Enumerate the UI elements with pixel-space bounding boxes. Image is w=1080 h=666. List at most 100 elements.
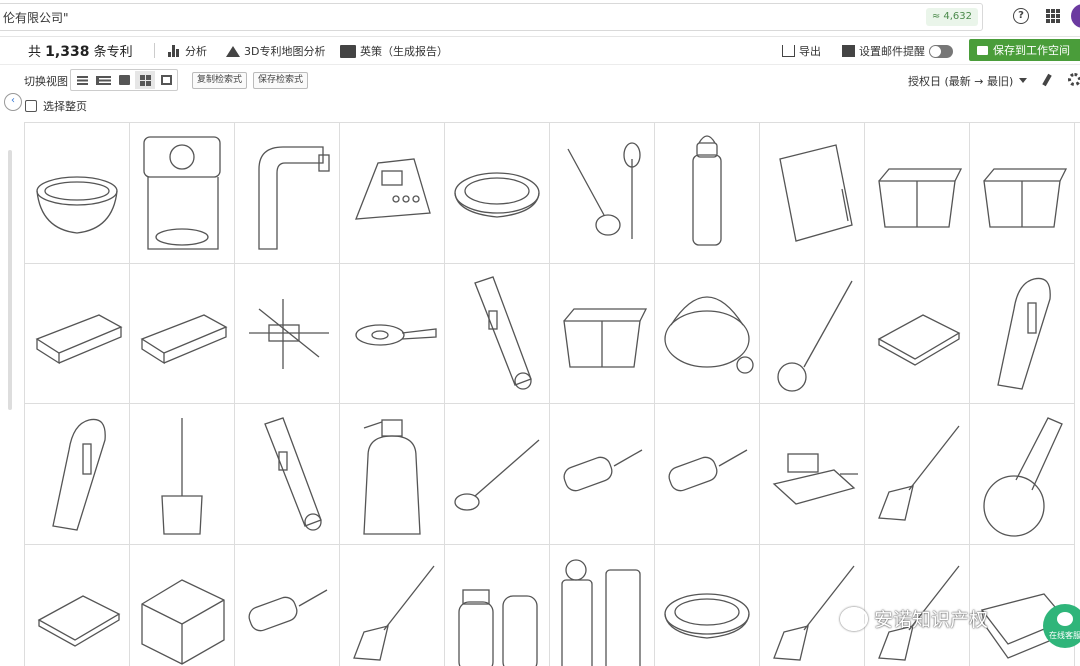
patent-drawing-drawer-organizer: [134, 269, 230, 397]
copy-query-button[interactable]: 复制检索式: [192, 72, 247, 89]
patent-thumbnail[interactable]: [970, 123, 1075, 264]
map3d-button[interactable]: 3D专利地图分析: [226, 43, 325, 59]
patent-drawing-ladle: [449, 410, 545, 538]
wechat-icon: [840, 607, 868, 631]
folder-icon: [977, 46, 988, 55]
sort-select[interactable]: 授权日 (最新 → 最旧): [908, 73, 1013, 89]
list-view-icon[interactable]: [72, 71, 92, 89]
patent-thumbnail[interactable]: [445, 123, 550, 264]
scrollbar[interactable]: [8, 150, 12, 410]
patent-drawing-dish-rack: [764, 410, 860, 538]
patent-drawing-peeler-tool: [449, 269, 545, 397]
grid-view-icon[interactable]: [135, 71, 155, 89]
patent-thumbnail[interactable]: [655, 264, 760, 405]
save-to-workspace-button[interactable]: 保存到工作空间: [969, 39, 1080, 61]
results-toolbar: 共 1,338 条专利 分析 3D专利地图分析 英策（生成报告） 导出 设置邮件…: [0, 37, 1080, 65]
analysis-button[interactable]: 分析: [168, 43, 207, 59]
patent-thumbnail[interactable]: [130, 264, 235, 405]
avatar[interactable]: [1071, 4, 1080, 28]
top-bar: 伦有限公司" ≈ 4,632 ?: [0, 0, 1080, 37]
insight-report-button[interactable]: 英策（生成报告）: [340, 43, 448, 59]
sidebar-collapse-button[interactable]: ‹: [4, 93, 22, 111]
patent-thumbnail[interactable]: [25, 123, 130, 264]
image-view-icon[interactable]: [114, 71, 134, 89]
select-page[interactable]: 选择整页: [25, 98, 87, 114]
patent-thumbnail[interactable]: [235, 545, 340, 666]
patent-thumbnail[interactable]: [760, 123, 865, 264]
patent-drawing-storage-bin: [974, 129, 1070, 257]
gear-icon[interactable]: [1068, 73, 1080, 86]
patent-drawing-kitchen-scale: [764, 129, 860, 257]
patent-drawing-round-dish: [449, 129, 545, 257]
detail-view-icon[interactable]: [93, 71, 113, 89]
patent-drawing-coffee-maker: [134, 129, 230, 257]
patent-drawing-spatula: [869, 410, 965, 538]
patent-drawing-soap-tray: [869, 269, 965, 397]
patent-drawing-pepper-grinder: [554, 550, 650, 666]
email-alert-button[interactable]: 设置邮件提醒: [842, 43, 953, 59]
patent-thumbnail[interactable]: [340, 404, 445, 545]
export-icon: [782, 45, 795, 57]
patent-thumbnail[interactable]: [655, 404, 760, 545]
patent-grid: [24, 122, 1080, 666]
patent-thumbnail[interactable]: [235, 123, 340, 264]
chevron-down-icon[interactable]: [1019, 78, 1027, 83]
patent-thumbnail[interactable]: [760, 404, 865, 545]
patent-drawing-toilet-brush: [134, 410, 230, 538]
patent-thumbnail[interactable]: [445, 404, 550, 545]
patent-drawing-kitchen-scale-keypad: [344, 129, 440, 257]
patent-drawing-peeler: [29, 410, 125, 538]
view-toolbar: 切换视图 复制检索式 保存检索式 授权日 (最新 → 最旧): [0, 66, 1080, 94]
patent-thumbnail[interactable]: [25, 545, 130, 666]
patent-thumbnail[interactable]: [760, 264, 865, 405]
bar-chart-icon: [168, 45, 181, 57]
view-switch-label: 切换视图: [24, 73, 68, 89]
patent-drawing-pan-lid: [344, 269, 440, 397]
patent-thumbnail[interactable]: [235, 264, 340, 405]
patent-thumbnail[interactable]: [550, 264, 655, 405]
patent-thumbnail[interactable]: [970, 404, 1075, 545]
patent-drawing-peeler-tool: [239, 410, 335, 538]
patent-drawing-peeler: [974, 269, 1070, 397]
help-icon[interactable]: ?: [1013, 8, 1029, 24]
compare-view-icon[interactable]: [156, 71, 176, 89]
patent-drawing-drawer-organizer: [29, 269, 125, 397]
patent-drawing-soap-dispenser: [344, 410, 440, 538]
patent-thumbnail[interactable]: [655, 123, 760, 264]
patent-thumbnail[interactable]: [130, 123, 235, 264]
patent-thumbnail[interactable]: [340, 264, 445, 405]
patent-thumbnail[interactable]: [445, 264, 550, 405]
patent-thumbnail[interactable]: [655, 545, 760, 666]
patent-thumbnail[interactable]: [340, 123, 445, 264]
patent-thumbnail[interactable]: [130, 404, 235, 545]
patent-drawing-whisk: [764, 269, 860, 397]
total-count: 共 1,338 条专利: [28, 41, 133, 60]
patent-thumbnail[interactable]: [970, 264, 1075, 405]
patent-drawing-salt-shaker: [449, 550, 545, 666]
online-support-button[interactable]: 在线客服: [1043, 604, 1080, 648]
pen-icon[interactable]: [1042, 74, 1051, 86]
patent-drawing-hair-brush: [554, 410, 650, 538]
email-alert-toggle[interactable]: [929, 45, 953, 58]
export-button[interactable]: 导出: [782, 43, 821, 59]
patent-thumbnail[interactable]: [235, 404, 340, 545]
search-input[interactable]: 伦有限公司" ≈ 4,632: [0, 3, 983, 31]
patent-thumbnail[interactable]: [865, 123, 970, 264]
patent-thumbnail[interactable]: [25, 404, 130, 545]
patent-drawing-spatula: [344, 550, 440, 666]
select-page-checkbox[interactable]: [25, 100, 37, 112]
watermark: 安诺知识产权: [840, 605, 988, 632]
patent-thumbnail[interactable]: [865, 404, 970, 545]
patent-thumbnail[interactable]: [25, 264, 130, 405]
patent-thumbnail[interactable]: [550, 545, 655, 666]
save-query-button[interactable]: 保存检索式: [253, 72, 308, 89]
patent-drawing-salad-spinner: [659, 269, 755, 397]
patent-thumbnail[interactable]: [445, 545, 550, 666]
patent-thumbnail[interactable]: [865, 264, 970, 405]
patent-thumbnail[interactable]: [130, 545, 235, 666]
patent-thumbnail[interactable]: [550, 123, 655, 264]
patent-drawing-bottle-brush-pair: [554, 129, 650, 257]
apps-grid-icon[interactable]: [1046, 9, 1060, 23]
patent-thumbnail[interactable]: [550, 404, 655, 545]
patent-thumbnail[interactable]: [340, 545, 445, 666]
